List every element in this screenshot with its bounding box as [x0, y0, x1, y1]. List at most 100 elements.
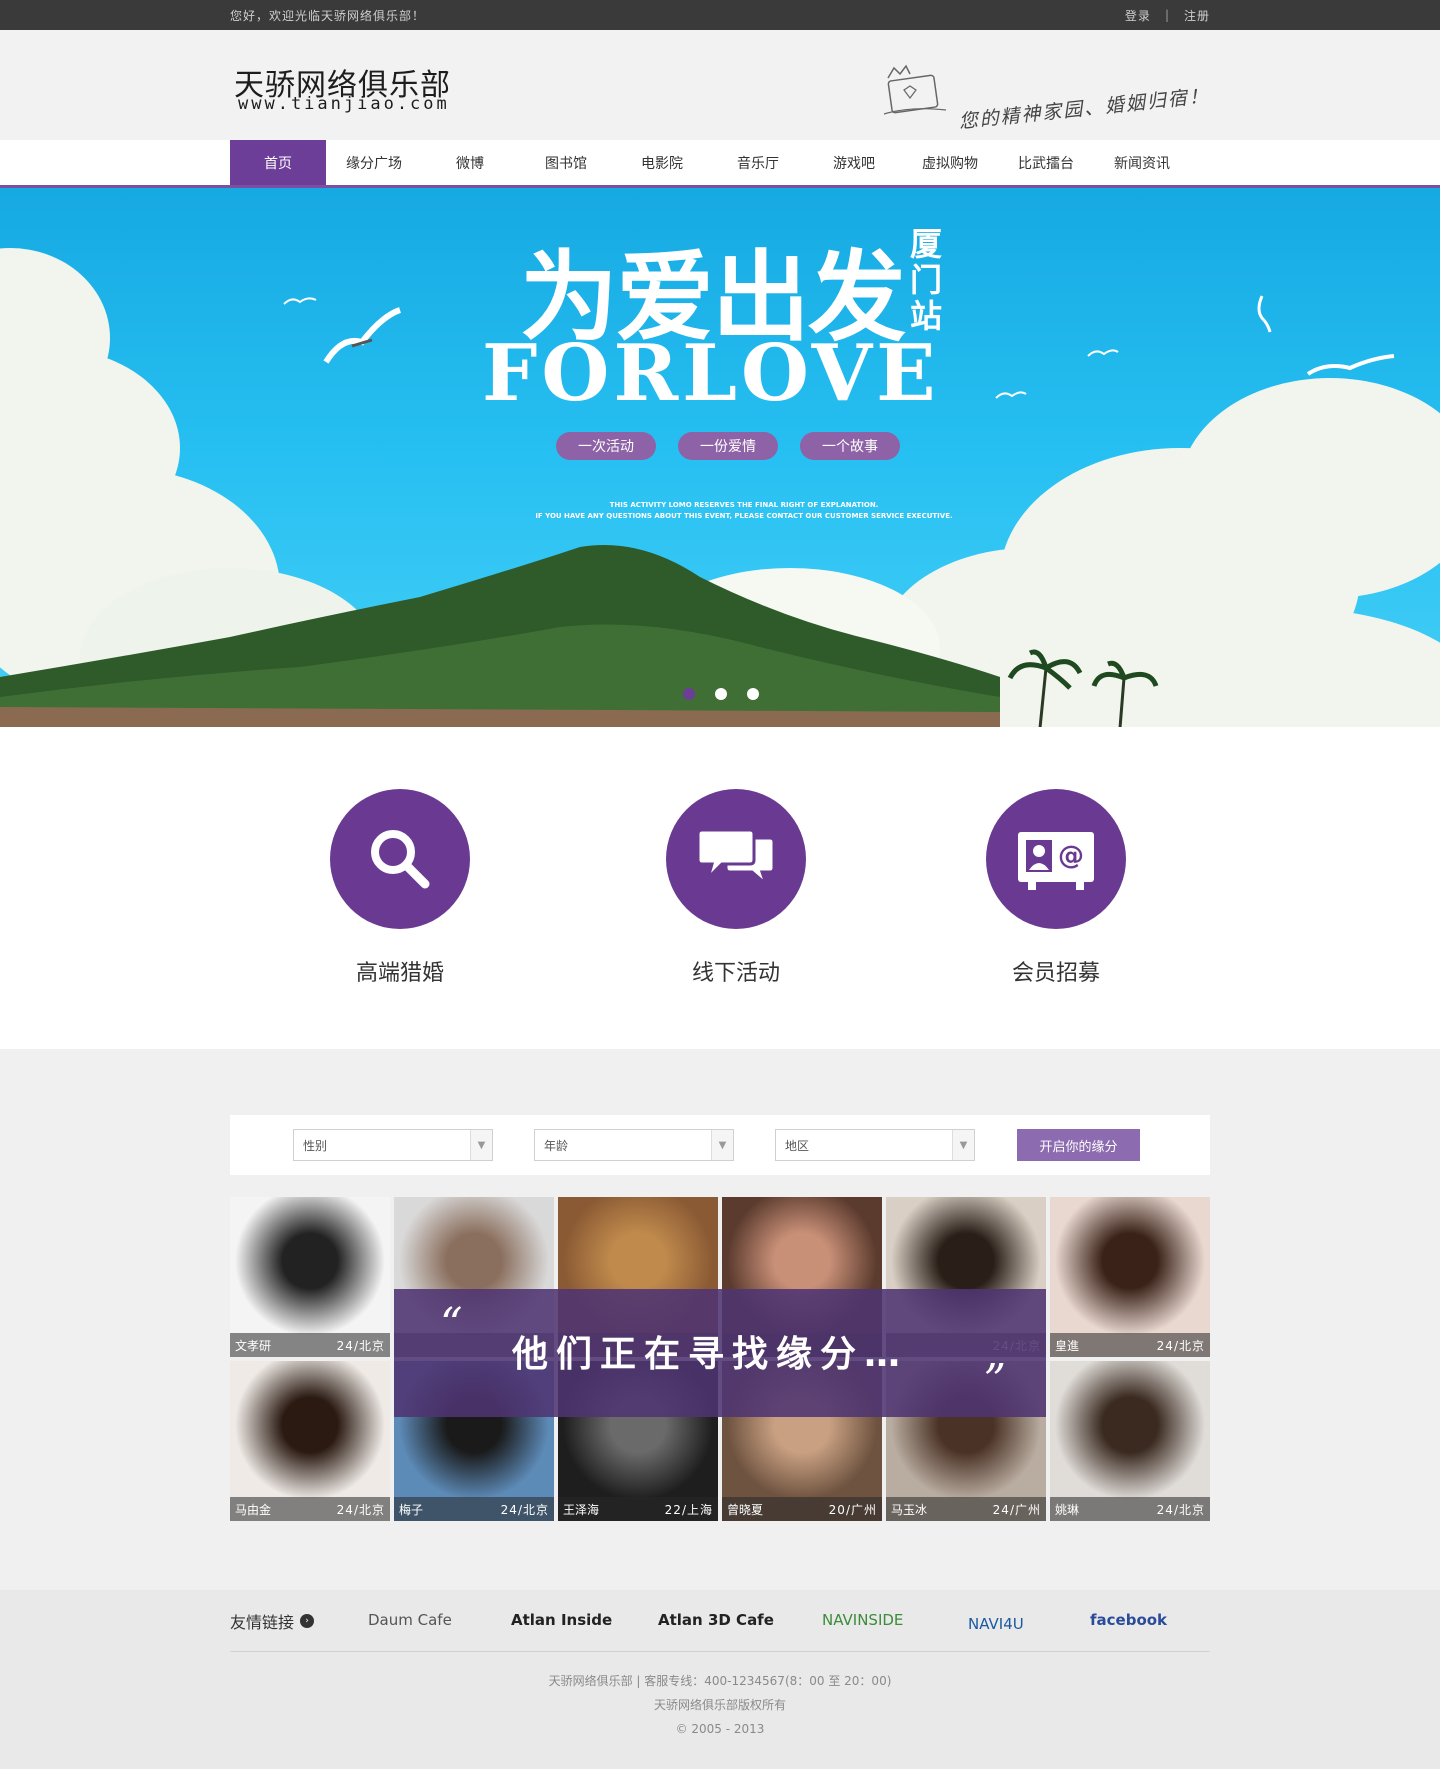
site-header: 天骄网络俱乐部 www.tianjiao.com 您的精神家园、婚姻归宿！: [0, 30, 1440, 140]
friend-links: 友情链接 › Daum Cafe Atlan Inside Atlan 3D C…: [230, 1590, 1210, 1652]
seagull-icon: [1087, 349, 1119, 357]
feature-circle[interactable]: @: [986, 789, 1126, 929]
slogan: 您的精神家园、婚姻归宿！: [880, 60, 1211, 133]
age-select[interactable]: 年龄 ▼: [534, 1129, 734, 1161]
footer-rights-line: 天骄网络俱乐部版权所有: [653, 1698, 786, 1712]
member-caption: 皇進 24/北京: [1050, 1333, 1210, 1357]
footer-contact-line: 天骄网络俱乐部 | 客服专线：400-1234567(8：00 至 20：00): [548, 1674, 892, 1688]
nav-item[interactable]: 游戏吧: [806, 140, 902, 185]
nav-item[interactable]: 微博: [422, 140, 518, 185]
member-name: 王泽海: [563, 1502, 600, 1517]
nav-item[interactable]: 缘分广场: [326, 140, 422, 185]
member-card[interactable]: 姚琳 24/北京: [1050, 1361, 1210, 1521]
nav-item[interactable]: 图书馆: [518, 140, 614, 185]
tagline-text: 他们正在寻找缘分…: [512, 1334, 909, 1375]
features-section: 高端猎婚 线下活动 @ 会员招募: [0, 727, 1440, 1049]
slider-dot[interactable]: [683, 688, 695, 700]
site-footer: 友情链接 › Daum Cafe Atlan Inside Atlan 3D C…: [0, 1590, 1440, 1769]
feature-membership[interactable]: @ 会员招募: [966, 789, 1146, 987]
member-name: 姚琳: [1055, 1502, 1080, 1517]
disclaimer-line: IF YOU HAVE ANY QUESTIONS ABOUT THIS EVE…: [535, 512, 953, 520]
chat-bubbles-icon: [696, 828, 776, 889]
contact-card-icon: @: [1018, 832, 1094, 890]
partner-link-atlan-inside[interactable]: Atlan Inside: [511, 1611, 612, 1629]
slider-dots: [683, 688, 759, 700]
member-grid: 文孝研24/北京24/北京皇進24/北京马由金24/北京梅子24/北京王泽海22…: [230, 1197, 1210, 1523]
island-mountain: [0, 545, 1000, 727]
partner-link-navi4u[interactable]: NAVI4U: [968, 1615, 1024, 1633]
nav-item[interactable]: 比武擂台: [998, 140, 1094, 185]
member-card[interactable]: 文孝研 24/北京: [230, 1197, 390, 1357]
member-age-city: 24/广州: [992, 1502, 1041, 1517]
banner-station: 厦门站: [909, 225, 942, 335]
hero-banner: 为爱出发 厦门站 FORLOVE 一次活动 一份爱情 一个故事 THIS ACTIV…: [0, 188, 1440, 727]
nav-item[interactable]: 音乐厅: [710, 140, 806, 185]
member-age-city: 24/北京: [500, 1502, 549, 1517]
feature-label: 高端猎婚: [355, 961, 444, 986]
svg-text:@: @: [1058, 841, 1084, 871]
friend-links-title: 友情链接: [230, 1612, 295, 1632]
member-name: 马玉冰: [891, 1502, 928, 1517]
member-name: 皇進: [1055, 1338, 1080, 1353]
region-select[interactable]: 地区 ▼: [775, 1129, 975, 1161]
copyright-block: 天骄网络俱乐部 | 客服专线：400-1234567(8：00 至 20：00)…: [230, 1652, 1210, 1741]
member-age-city: 20/广州: [828, 1502, 877, 1517]
slogan-text: 您的精神家园、婚姻归宿！: [957, 84, 1211, 134]
palm-trees: [1007, 649, 1159, 727]
seagull-icon: [283, 297, 317, 305]
open-quote: “: [440, 1299, 463, 1350]
camera-sketch-icon: [883, 64, 947, 115]
members-section: 性别 ▼ 年龄 ▼ 地区 ▼ 开启你的缘分 文孝研 24/北京 24/北京 皇進 24/…: [0, 1049, 1440, 1590]
main-nav: 首页 缘分广场 微博 图书馆 电影院 音乐厅 游戏吧 虚拟购物 比武擂台 新闻资讯: [0, 140, 1440, 188]
partner-link-atlan-3d-cafe[interactable]: Atlan 3D Cafe: [658, 1611, 774, 1629]
partner-link-navinside[interactable]: NAVINSIDE: [822, 1611, 903, 1629]
arrow-right-icon: ›: [300, 1613, 315, 1628]
friend-links-label: 友情链接 ›: [230, 1609, 350, 1633]
member-card[interactable]: 皇進 24/北京: [1050, 1197, 1210, 1357]
gender-select-value: 性别: [303, 1138, 328, 1153]
member-name: 梅子: [399, 1502, 424, 1517]
member-caption: 马由金 24/北京: [230, 1497, 390, 1521]
chevron-down-icon: ▼: [470, 1130, 492, 1160]
banner-tag-pill: 一个故事: [800, 432, 900, 460]
nav-item[interactable]: 虚拟购物: [902, 140, 998, 185]
member-caption: 马玉冰 24/广州: [886, 1497, 1046, 1521]
nav-item[interactable]: 电影院: [614, 140, 710, 185]
logo-url: www.tianjiao.com: [238, 94, 450, 114]
start-match-button[interactable]: 开启你的缘分: [1017, 1129, 1140, 1161]
feature-offline-events[interactable]: 线下活动: [646, 789, 826, 987]
region-select-value: 地区: [785, 1138, 810, 1153]
slider-dot[interactable]: [747, 688, 759, 700]
banner-english: FORLOVE: [482, 328, 940, 419]
chevron-down-icon: ▼: [711, 1130, 733, 1160]
nav-item[interactable]: 新闻资讯: [1094, 140, 1190, 185]
feature-circle[interactable]: [330, 789, 470, 929]
member-name: 马由金: [235, 1502, 272, 1517]
banner-tags: 一次活动 一份爱情 一个故事: [556, 432, 900, 460]
feature-label: 会员招募: [1011, 961, 1100, 986]
member-caption: 曾晓夏 20/广州: [722, 1497, 882, 1521]
member-caption: 王泽海 22/上海: [558, 1497, 718, 1521]
gender-select[interactable]: 性别 ▼: [293, 1129, 493, 1161]
close-quote: ”: [983, 1355, 1007, 1406]
member-card[interactable]: 马由金 24/北京: [230, 1361, 390, 1521]
partner-link-daum-cafe[interactable]: Daum Cafe: [368, 1611, 452, 1629]
login-link[interactable]: 登录: [1125, 7, 1151, 24]
age-select-value: 年龄: [544, 1138, 569, 1153]
feature-label: 线下活动: [691, 961, 780, 986]
footer-years-line: © 2005 - 2013: [675, 1722, 765, 1736]
tagline-overlay: “ 他们正在寻找缘分… ”: [394, 1289, 1046, 1417]
seagull-icon: [323, 307, 402, 364]
search-icon: [371, 830, 430, 889]
nav-item[interactable]: 首页: [230, 140, 326, 185]
member-age-city: 24/北京: [336, 1338, 385, 1353]
feature-matchmaking[interactable]: 高端猎婚: [310, 789, 490, 987]
seagull-icon: [995, 391, 1027, 399]
feature-circle[interactable]: [666, 789, 806, 929]
partner-link-facebook[interactable]: facebook: [1090, 1611, 1167, 1629]
banner-disclaimer: THIS ACTIVITY LOMO RESERVES THE FINAL RI…: [0, 500, 1440, 522]
topbar-separator: |: [1164, 8, 1170, 22]
register-link[interactable]: 注册: [1184, 7, 1210, 24]
slider-dot[interactable]: [715, 688, 727, 700]
welcome-text: 您好，欢迎光临天骄网络俱乐部！: [230, 8, 426, 23]
